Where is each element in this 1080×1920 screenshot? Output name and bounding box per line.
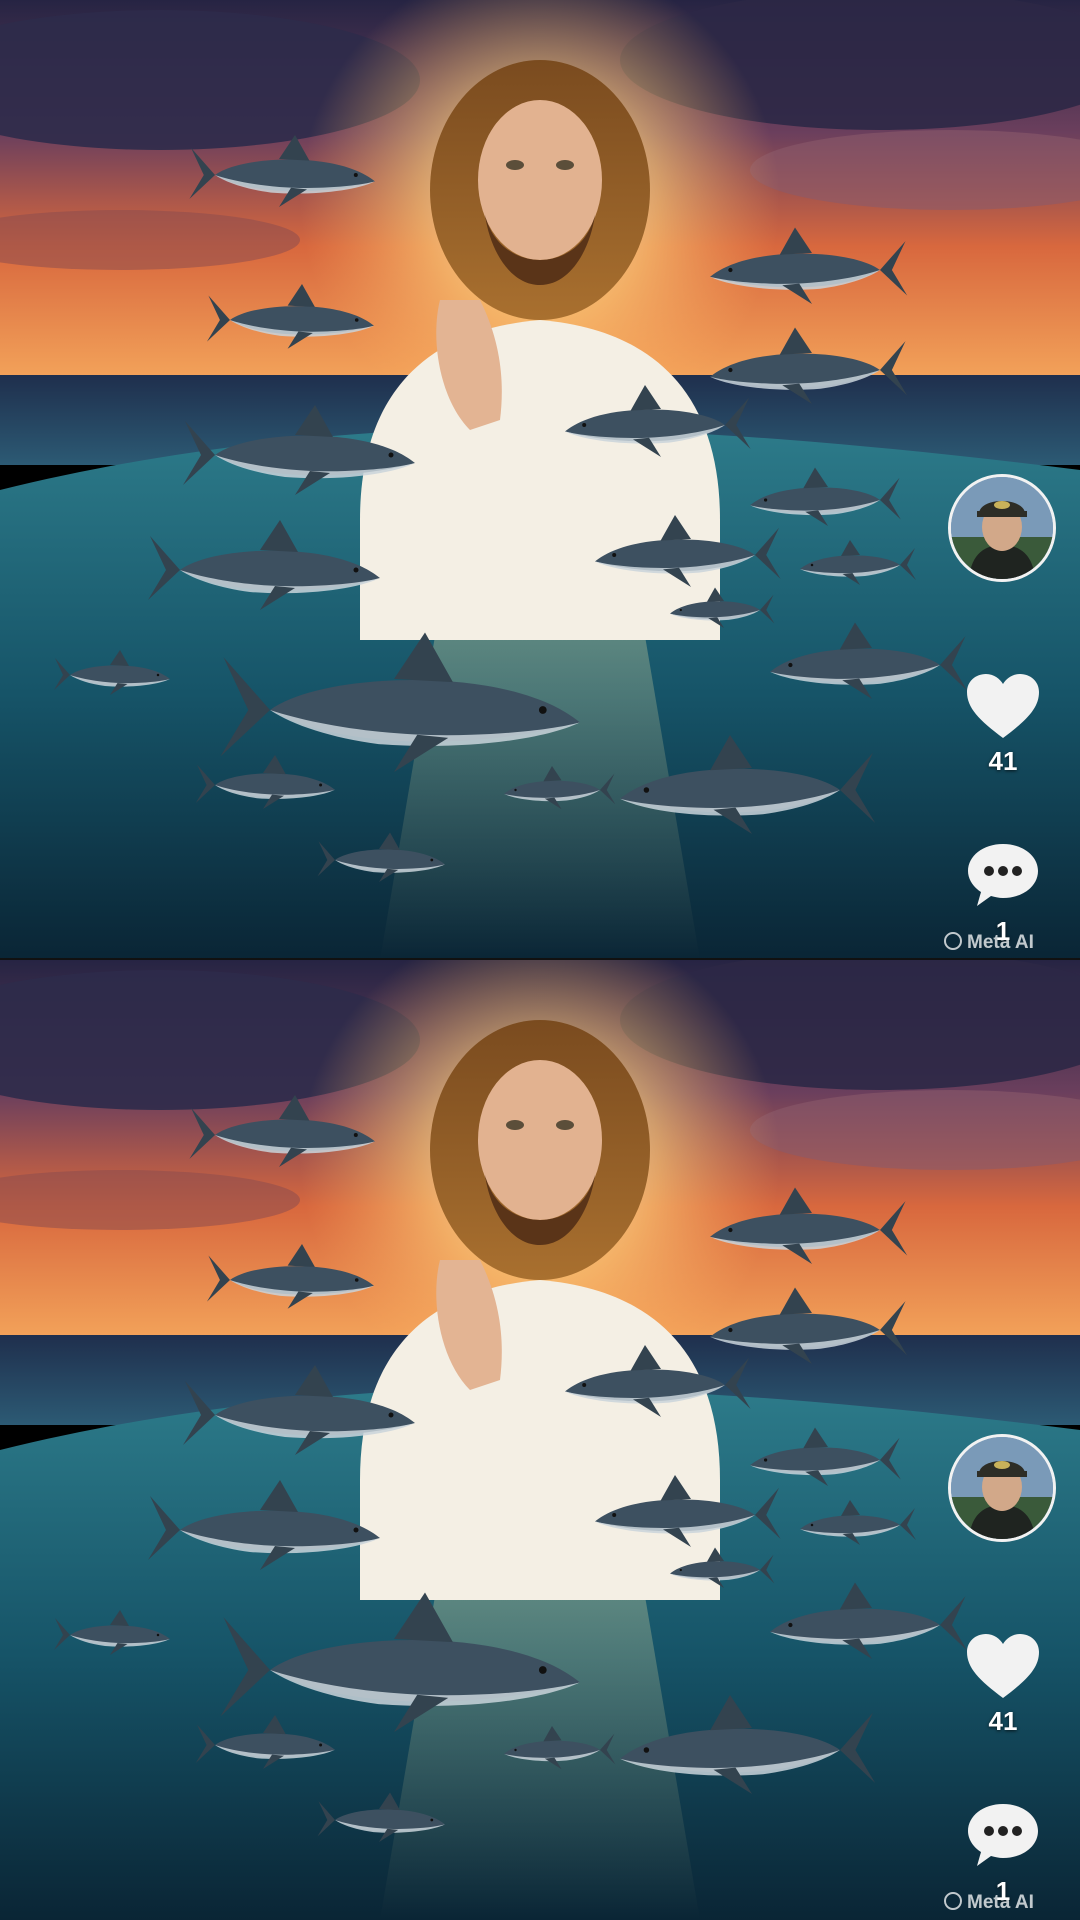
creator-avatar[interactable] (948, 474, 1056, 582)
video-panel-top[interactable]: 41 1 Meta AI (0, 0, 1080, 960)
creator-avatar[interactable] (948, 1434, 1056, 1542)
like-action[interactable]: 41 (960, 1632, 1046, 1737)
comment-bubble-icon[interactable] (965, 1800, 1041, 1870)
user-avatar-icon (951, 1437, 1053, 1539)
meta-ai-watermark: Meta AI (944, 1892, 1034, 1914)
video-frame (0, 960, 1080, 1920)
like-action[interactable]: 41 (960, 672, 1046, 777)
meta-ai-ring-icon (944, 932, 962, 950)
comment-action[interactable]: 1 (960, 840, 1046, 947)
watermark-label: Meta AI (967, 932, 1034, 953)
like-count: 41 (988, 746, 1018, 776)
meta-ai-watermark: Meta AI (944, 932, 1034, 954)
heart-icon[interactable] (965, 1632, 1041, 1700)
video-panel-bottom[interactable]: 41 1 Meta AI (0, 960, 1080, 1920)
watermark-label: Meta AI (967, 1892, 1034, 1913)
heart-icon[interactable] (965, 672, 1041, 740)
comment-bubble-icon[interactable] (965, 840, 1041, 910)
like-count: 41 (988, 1706, 1018, 1736)
video-frame (0, 0, 1080, 960)
meta-ai-ring-icon (944, 1892, 962, 1910)
user-avatar-icon (951, 477, 1053, 579)
comment-action[interactable]: 1 (960, 1800, 1046, 1907)
